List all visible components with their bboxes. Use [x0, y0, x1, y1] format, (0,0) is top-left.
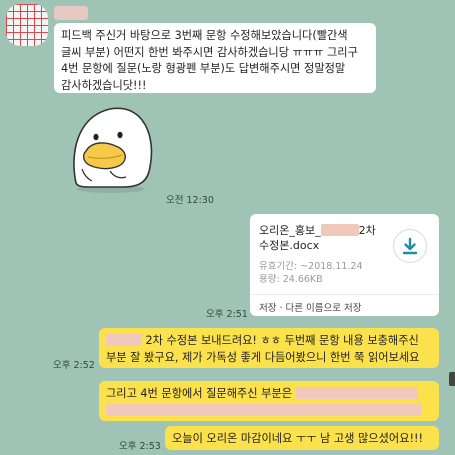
timestamp: 오후 2:51 [206, 309, 248, 320]
save-as-link[interactable]: 다른 이름으로 저장 [286, 303, 362, 314]
timestamp: 오전 12:30 [166, 195, 214, 206]
duck-sticker[interactable] [62, 97, 160, 195]
save-link[interactable]: 저장 [259, 303, 276, 314]
redacted-text [106, 334, 142, 346]
redacted-text [320, 224, 359, 236]
file-actions: 저장 · 다른 이름으로 저장 [259, 303, 362, 314]
message-text: 2차 수정본 보내드려요! ㅎㅎ 두번째 문항 내용 보충해주신 부분 잘 봤구요… [106, 334, 420, 364]
file-meta: 유효기간: ~2018.11.24 용량: 24.66KB [259, 261, 363, 285]
redacted-text [106, 403, 422, 416]
message-text: 피드백 주신거 바탕으로 3번째 문항 수정해보았습니다(빨간색 글씨 부분) … [61, 29, 358, 92]
message-bubble-feedback[interactable]: 피드백 주신거 바탕으로 3번째 문항 수정해보았습니다(빨간색 글씨 부분) … [54, 23, 376, 93]
profile-avatar[interactable] [6, 4, 48, 46]
message-bubble-revision[interactable]: 2차 수정본 보내드려요! ㅎㅎ 두번째 문항 내용 보충해주신 부분 잘 봤구요… [99, 328, 439, 368]
timestamp: 오후 2:53 [119, 441, 161, 452]
timestamp: 오후 2:52 [53, 360, 95, 371]
message-bubble-question[interactable]: 그리고 4번 문항에서 질문해주신 부분은 [99, 381, 439, 421]
download-icon [402, 237, 418, 255]
download-button[interactable] [393, 229, 427, 263]
scroll-indicator[interactable] [449, 372, 455, 386]
duck-sticker-image [73, 107, 153, 193]
sender-name-redacted [54, 6, 88, 20]
file-attachment[interactable]: 오리온_홍보_ 2차 수정본.docx 유효기간: ~2018.11.24 용량:… [250, 214, 439, 316]
divider [250, 294, 439, 295]
message-text: 그리고 4번 문항에서 질문해주신 부분은 [106, 387, 422, 417]
redacted-text [295, 387, 418, 399]
message-text: 오늘이 오리온 마감이네요 ㅜㅜ 남 고생 많으셨어요!!! [172, 432, 423, 445]
message-bubble-deadline[interactable]: 오늘이 오리온 마감이네요 ㅜㅜ 남 고생 많으셨어요!!! [165, 426, 439, 450]
chat-room: 피드백 주신거 바탕으로 3번째 문항 수정해보았습니다(빨간색 글씨 부분) … [0, 0, 455, 455]
file-name: 오리온_홍보_ 2차 수정본.docx [259, 224, 376, 252]
